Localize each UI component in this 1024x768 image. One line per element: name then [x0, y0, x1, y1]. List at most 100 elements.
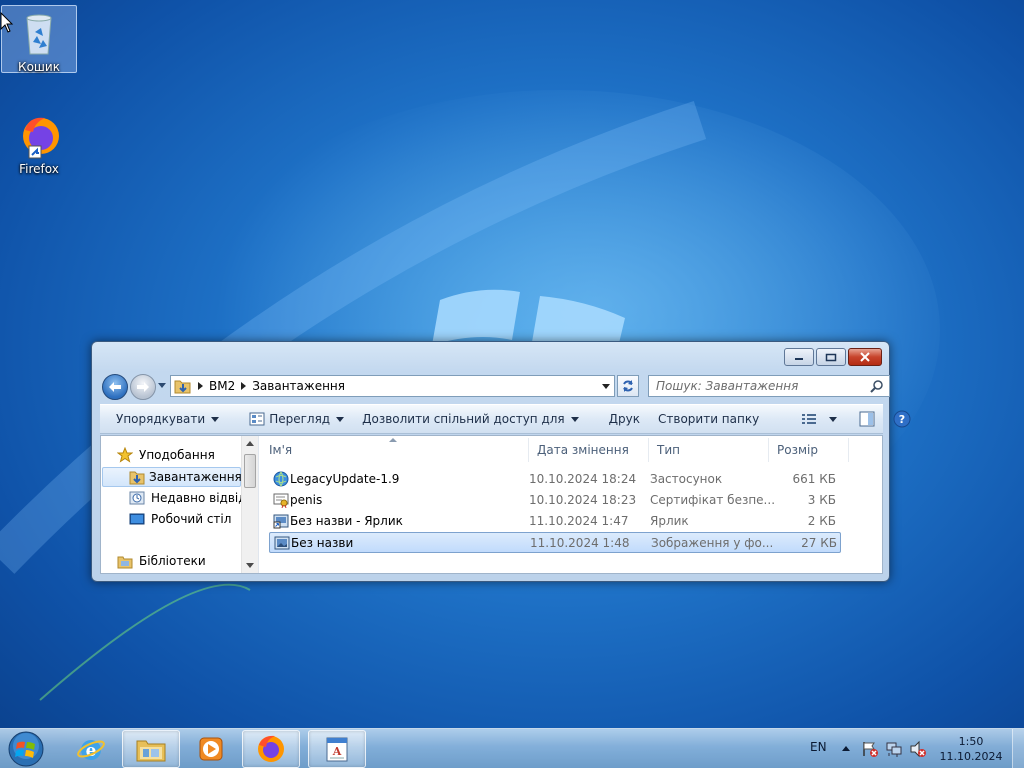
command-bar: Упорядкувати Перегляд Дозволити спільний…: [100, 404, 911, 434]
close-icon: [860, 352, 870, 362]
navigation-scrollbar[interactable]: [241, 436, 258, 573]
file-type: Сертифікат безпе...: [650, 493, 776, 507]
preview-pane-button[interactable]: [850, 408, 884, 430]
taskbar-firefox[interactable]: [242, 730, 300, 768]
new-folder-label: Створити папку: [658, 412, 760, 426]
help-button[interactable]: ?: [884, 408, 920, 430]
column-header-size[interactable]: Розмір: [769, 438, 849, 462]
language-indicator[interactable]: EN: [810, 740, 827, 754]
firefox-icon: [15, 112, 63, 160]
chevron-down-icon: [211, 416, 220, 422]
organize-button[interactable]: Упорядкувати: [100, 408, 228, 430]
start-button[interactable]: [6, 730, 46, 768]
arrow-left-icon: [109, 382, 121, 392]
desktop-icon: [129, 513, 145, 525]
libraries-icon: [117, 556, 133, 569]
file-row[interactable]: Без назви - Ярлик 11.10.2024 1:47 Ярлик …: [269, 511, 841, 532]
file-type: Зображення у фо...: [651, 536, 774, 550]
restore-icon: [825, 353, 837, 362]
taskbar-windows-explorer[interactable]: [122, 730, 180, 768]
scroll-down-icon[interactable]: [246, 563, 254, 568]
taskbar-media-player[interactable]: [182, 730, 240, 768]
nav-item-downloads[interactable]: Завантаження: [102, 467, 242, 487]
file-name: Без назви: [291, 536, 354, 550]
nav-item-recent-places[interactable]: Недавно відвідані місця: [129, 488, 258, 508]
refresh-button[interactable]: [617, 375, 639, 397]
file-row[interactable]: penis 10.10.2024 18:23 Сертифікат безпе.…: [269, 490, 841, 511]
action-center-flag-icon[interactable]: [861, 740, 879, 758]
taskbar-internet-explorer[interactable]: e: [62, 730, 120, 768]
show-hidden-icons-button[interactable]: [842, 746, 850, 751]
arrow-right-icon: [137, 382, 149, 392]
system-clock[interactable]: 1:50 11.10.2024: [936, 734, 1006, 764]
column-header-name[interactable]: Ім'я: [261, 438, 529, 462]
scroll-up-icon[interactable]: [246, 441, 254, 446]
close-button[interactable]: [848, 348, 882, 366]
column-header-type[interactable]: Тип: [649, 438, 769, 462]
clock-date: 11.10.2024: [939, 750, 1003, 763]
mouse-cursor-icon: [0, 12, 14, 33]
show-desktop-button[interactable]: [1012, 729, 1024, 768]
back-button[interactable]: [102, 374, 128, 400]
recent-pages-dropdown[interactable]: [158, 383, 166, 388]
internet-explorer-icon: e: [77, 740, 105, 761]
view-button[interactable]: Перегляд: [240, 408, 353, 430]
forward-button[interactable]: [130, 374, 156, 400]
share-with-button[interactable]: Дозволити спільний доступ для: [353, 408, 588, 430]
desktop-icon-firefox[interactable]: Firefox: [1, 108, 77, 176]
chevron-down-icon: [570, 416, 579, 422]
downloads-folder-icon: [129, 471, 145, 485]
address-bar[interactable]: BM2 Завантаження: [170, 375, 615, 397]
recent-places-icon: [129, 491, 145, 505]
taskbar-wordpad[interactable]: A: [308, 730, 366, 768]
search-icon[interactable]: [870, 379, 884, 393]
clock-time: 1:50: [958, 735, 984, 748]
breadcrumb-separator-icon: [241, 382, 247, 390]
file-row[interactable]: LegacyUpdate-1.9 10.10.2024 18:24 Застос…: [269, 469, 841, 490]
nav-item-favorites[interactable]: Уподобання: [117, 445, 215, 465]
desktop-icon-label: Кошик: [18, 60, 60, 74]
minimize-icon: [795, 358, 803, 360]
maximize-button[interactable]: [816, 348, 846, 366]
change-view-button[interactable]: [792, 408, 846, 430]
shortcut-icon: [273, 514, 289, 529]
volume-muted-icon[interactable]: [909, 740, 927, 758]
breadcrumb-item[interactable]: BM2: [209, 379, 235, 393]
address-row: BM2 Завантаження Пошук: Завантаження: [100, 374, 890, 400]
file-type: Застосунок: [650, 472, 723, 486]
nav-item-libraries[interactable]: Бібліотеки: [117, 551, 206, 571]
svg-text:?: ?: [899, 413, 905, 426]
explorer-content: Уподобання Завантаження Недавно відвідан…: [100, 435, 883, 574]
explorer-window[interactable]: BM2 Завантаження Пошук: Завантаження Упо…: [91, 341, 911, 582]
firefox-icon: [258, 735, 284, 762]
address-dropdown-button[interactable]: [602, 384, 610, 389]
print-button[interactable]: Друк: [600, 408, 649, 430]
image-file-icon: [274, 536, 290, 550]
print-label: Друк: [608, 412, 640, 426]
file-date: 11.10.2024 1:48: [530, 536, 630, 550]
search-input[interactable]: Пошук: Завантаження: [648, 375, 890, 397]
explorer-folder-icon: [136, 740, 166, 762]
file-size: 27 КБ: [801, 536, 837, 550]
file-row-selected[interactable]: Без назви 11.10.2024 1:48 Зображення у ф…: [269, 532, 841, 553]
preview-pane-icon: [859, 411, 875, 427]
network-icon[interactable]: [885, 740, 903, 758]
file-size: 661 КБ: [792, 472, 836, 486]
column-header-date[interactable]: Дата змінення: [529, 438, 649, 462]
breadcrumb-item[interactable]: Завантаження: [252, 379, 345, 393]
star-icon: [117, 447, 133, 463]
downloads-folder-icon: [174, 380, 191, 394]
minimize-button[interactable]: [784, 348, 814, 366]
sort-ascending-icon: [389, 438, 397, 442]
media-player-icon: [199, 737, 223, 761]
chevron-down-icon: [829, 416, 838, 422]
nav-item-label: Уподобання: [139, 448, 215, 462]
file-date: 11.10.2024 1:47: [529, 514, 629, 528]
new-folder-button[interactable]: Створити папку: [649, 408, 768, 430]
nav-item-label: Робочий стіл: [151, 512, 232, 526]
column-header-label: Ім'я: [269, 443, 293, 457]
chevron-down-icon: [336, 416, 345, 422]
file-name: LegacyUpdate-1.9: [290, 472, 400, 486]
scrollbar-thumb[interactable]: [244, 454, 256, 488]
nav-item-desktop[interactable]: Робочий стіл: [129, 509, 231, 529]
